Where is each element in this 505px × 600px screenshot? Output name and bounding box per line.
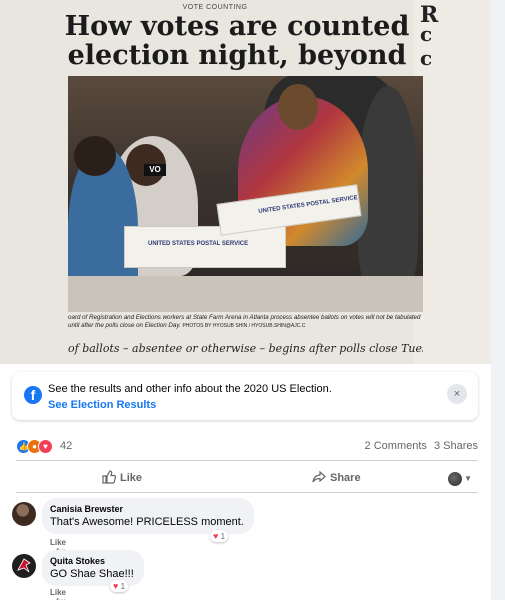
reaction-count[interactable]: 42 [60, 440, 72, 452]
profile-avatar-icon [448, 471, 463, 486]
left-worker-head [74, 136, 116, 176]
tray-label-front: UNITED STATES POSTAL SERVICE [148, 241, 249, 247]
article-deck: of ballots – absentee or otherwise – beg… [68, 342, 423, 355]
comment-author[interactable]: Canisia Brewster [50, 504, 244, 514]
share-arrow-icon [312, 470, 326, 483]
thumbs-up-icon [102, 470, 117, 484]
divider [16, 460, 478, 461]
notice-text: See the results and other info about the… [48, 383, 332, 395]
comment-reaction-count: 1 [120, 582, 126, 591]
avatar[interactable] [12, 502, 36, 526]
facebook-logo-icon: f [24, 386, 42, 404]
chevron-down-icon: ▼ [464, 474, 472, 484]
ballot-tray-front [124, 226, 286, 268]
comment-reaction-badge[interactable]: ♥ 1 [110, 580, 129, 592]
press-photo: VO UNITED STATES POSTAL SERVICE UNITED S… [68, 76, 423, 312]
comment-bubble: Quita Stokes GO Shae Shae!!! [42, 550, 144, 586]
post-action-bar: Like Share ▼ [16, 464, 478, 492]
comments-count[interactable]: 2 Comments [365, 440, 427, 452]
share-button[interactable]: Share [312, 470, 361, 484]
divider [16, 492, 478, 493]
center-worker-head [278, 84, 318, 130]
post-stats: 👍 ● ♥ 42 2 Comments 3 Shares [16, 436, 478, 456]
falcon-logo-icon [17, 558, 31, 573]
photo-credit: PHOTOS BY HYOSUB SHIN / HYOSUB.SHIN@AJC.… [182, 323, 306, 329]
see-election-results-link[interactable]: See Election Results [48, 399, 156, 411]
newspaper-headline: How votes are counted election night, be… [52, 12, 422, 70]
love-reaction-icon: ♥ [213, 531, 219, 541]
close-icon[interactable]: × [447, 384, 467, 404]
election-info-notice: f See the results and other info about t… [12, 372, 478, 420]
comment-text: GO Shae Shae!!! [50, 568, 134, 580]
page-scrollbar[interactable] [491, 0, 505, 600]
post-photo[interactable]: VOTE COUNTING How votes are counted elec… [0, 0, 491, 364]
love-reaction-icon: ♥ [113, 581, 119, 591]
comment-like-link[interactable]: Like [50, 588, 66, 597]
facebook-post: VOTE COUNTING How votes are counted elec… [0, 0, 492, 600]
table-surface [68, 276, 423, 312]
photo-caption: oard of Registration and Elections worke… [68, 314, 423, 330]
comment-author[interactable]: Quita Stokes [50, 556, 134, 566]
newspaper-kicker: VOTE COUNTING [182, 4, 248, 11]
comment-like-link[interactable]: Like [50, 538, 66, 547]
comment-reaction-count: 1 [220, 532, 226, 541]
like-label: Like [120, 472, 143, 484]
comment-reaction-badge[interactable]: ♥ 1 [210, 530, 229, 542]
avatar[interactable] [12, 554, 36, 578]
comment-meta: Like · 4w [50, 588, 66, 600]
comment-text: That's Awesome! PRICELESS moment. [50, 516, 244, 528]
audience-selector[interactable]: ▼ [448, 470, 472, 488]
adjacent-page-column: R c c [414, 0, 491, 364]
love-reaction-icon: ♥ [38, 439, 53, 454]
share-label: Share [330, 472, 361, 484]
adjacent-letter-3: c [420, 46, 433, 70]
like-button[interactable]: Like [102, 470, 142, 484]
headline-line-1: How votes are counted [64, 11, 410, 42]
adjacent-letter-2: c [420, 22, 433, 46]
vote-mask: VO [144, 164, 166, 176]
comment-share-counts: 2 Comments 3 Shares [361, 440, 478, 452]
shares-count[interactable]: 3 Shares [434, 440, 478, 452]
headline-line-2: election night, beyond [67, 40, 407, 71]
comment-bubble: Canisia Brewster That's Awesome! PRICELE… [42, 498, 254, 534]
